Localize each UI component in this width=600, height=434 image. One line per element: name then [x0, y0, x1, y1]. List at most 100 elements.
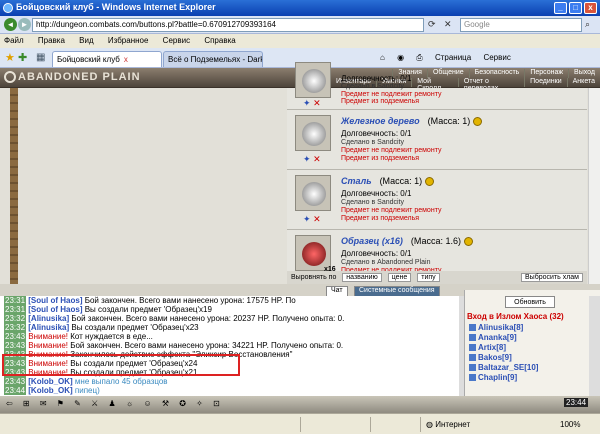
- user-name[interactable]: Artix[8]: [478, 343, 506, 352]
- refresh-stop-icon[interactable]: ⟳ ✕: [428, 19, 455, 30]
- chat-author[interactable]: [Kolob_OK]: [28, 386, 72, 395]
- refresh-button[interactable]: Обновить: [505, 296, 555, 308]
- item-durability: Долговечность: 0/1: [341, 249, 412, 258]
- tab-darkclub[interactable]: Всё о Подземельях - DarkCl...: [163, 51, 263, 67]
- chat-time: 23:32: [4, 314, 27, 323]
- item-use-icon[interactable]: ✦: [303, 98, 311, 108]
- print-icon[interactable]: ⎙: [416, 53, 422, 62]
- menu-edit[interactable]: Правка: [38, 36, 65, 45]
- user-name[interactable]: Alinusika[8]: [478, 323, 523, 332]
- zoom-level[interactable]: 100%: [560, 420, 580, 429]
- feeds-icon[interactable]: ◉: [397, 53, 404, 62]
- item-mass: (Масса: 1): [427, 116, 471, 126]
- item-actions: ✦ ✕: [303, 154, 321, 165]
- user-item[interactable]: Baltazar_SE[10]: [469, 363, 538, 373]
- item-name-text[interactable]: Железное дерево: [341, 116, 420, 126]
- online-panel: Обновить Вход в Излом Хаоса (32) Alinusi…: [464, 290, 600, 396]
- item-delete-icon[interactable]: ✕: [313, 98, 321, 108]
- divider: [420, 417, 421, 432]
- item-image[interactable]: x16: [295, 235, 336, 273]
- inventory-scrollbar[interactable]: [588, 88, 600, 284]
- chat-line: 23:31 [Soul of Haos] Вы создали предмет …: [4, 305, 455, 314]
- item-use-icon[interactable]: ✦: [303, 154, 311, 164]
- user-name[interactable]: Chaplin[9]: [478, 373, 517, 382]
- item-image[interactable]: [295, 62, 331, 98]
- chat-author[interactable]: [Alinusika]: [28, 323, 69, 332]
- item-image[interactable]: [295, 115, 331, 151]
- chat-text: Вы создали предмет 'Образец'x19: [82, 305, 212, 314]
- add-favorite-icon[interactable]: ✚: [18, 51, 27, 64]
- item-name[interactable]: Железное дерево (Масса: 1): [341, 116, 483, 127]
- forward-icon[interactable]: ►: [18, 18, 31, 31]
- tools-menu[interactable]: Сервис: [483, 53, 510, 62]
- game-logo: ABANDONED PLAIN: [4, 71, 141, 84]
- user-name[interactable]: Bakos[9]: [478, 353, 512, 362]
- home-icon[interactable]: ⌂: [380, 53, 385, 62]
- menu-tools[interactable]: Сервис: [163, 36, 190, 45]
- chat-time: 23:44: [4, 386, 27, 395]
- coin-icon: [473, 117, 483, 127]
- inventory-item: x16 Образец (x16) (Масса: 1.6) Долговечно…: [287, 230, 587, 274]
- chat-author[interactable]: [Kolob_OK]: [28, 377, 72, 386]
- user-name[interactable]: Ananka[9]: [478, 333, 517, 342]
- item-actions: ✦ ✕: [303, 214, 321, 225]
- tab-close-icon[interactable]: x: [124, 55, 128, 64]
- tab-combats[interactable]: Бойцовский клуб x: [52, 51, 162, 67]
- drop-junk-button[interactable]: Выбросить хлам: [521, 273, 583, 282]
- chat-author[interactable]: [Soul of Haos]: [28, 296, 82, 305]
- item-use-icon[interactable]: ✦: [303, 214, 311, 224]
- item-note: Предмет не подлежит ремонту: [341, 207, 442, 214]
- game-clock: 23:44: [564, 398, 589, 407]
- maximize-button[interactable]: □: [569, 2, 582, 14]
- user-item[interactable]: Chaplin[9]: [469, 373, 538, 383]
- clan-icon: [469, 374, 476, 382]
- user-item[interactable]: Ananka[9]: [469, 333, 538, 343]
- item-image[interactable]: [295, 175, 331, 211]
- sort-by-type-button[interactable]: типу: [417, 273, 440, 282]
- chat-line: 23:43 Внимание! Кот нуждается в еде...: [4, 332, 455, 341]
- page-menu[interactable]: Страница: [435, 53, 471, 62]
- action-toolbar[interactable]: ⇦ ⊞ ✉ ⚑ ✎ ⚔ ♟ ☼ ☺ ⚒ ✪ ✧ ⊡: [0, 396, 600, 413]
- item-name-text[interactable]: Образец (x16): [341, 236, 403, 246]
- user-item[interactable]: Alinusika[8]: [469, 323, 538, 333]
- chat-line: 23:43 Внимание! Бой закончен. Всего вами…: [4, 341, 455, 350]
- chat-time: 23:43: [4, 332, 27, 341]
- chat-text: мне выпало 45 образцов: [72, 377, 168, 386]
- url-input[interactable]: http://dungeon.combats.com/buttons.pl?ba…: [32, 18, 424, 32]
- online-scrollbar[interactable]: [589, 296, 600, 396]
- sort-by-name-button[interactable]: названию: [342, 273, 382, 282]
- item-made: Сделано в Sandcity: [341, 199, 404, 206]
- item-delete-icon[interactable]: ✕: [313, 154, 321, 164]
- tab-system-messages[interactable]: Системные сообщения: [354, 286, 440, 296]
- tab-chat[interactable]: Чат: [326, 286, 348, 296]
- user-name[interactable]: Baltazar_SE[10]: [478, 363, 538, 372]
- menu-file[interactable]: Файл: [4, 36, 24, 45]
- item-delete-icon[interactable]: ✕: [313, 214, 321, 224]
- menu-bar: Файл Правка Вид Избранное Сервис Справка: [0, 34, 600, 48]
- item-name[interactable]: Сталь (Масса: 1): [341, 176, 435, 187]
- chat-author[interactable]: [Soul of Haos]: [28, 305, 82, 314]
- menu-favorites[interactable]: Избранное: [108, 36, 149, 45]
- favorites-star-icon[interactable]: ★: [5, 51, 15, 64]
- back-icon[interactable]: ◄: [4, 18, 17, 31]
- search-icon[interactable]: ⌕: [585, 19, 590, 30]
- chat-text: Бой закончен. Всего вами нанесено урона:…: [68, 341, 344, 350]
- search-input[interactable]: Google: [460, 18, 582, 32]
- close-button[interactable]: x: [584, 2, 597, 14]
- sort-by-price-button[interactable]: цене: [387, 273, 412, 282]
- menu-help[interactable]: Справка: [204, 36, 235, 45]
- user-item[interactable]: Bakos[9]: [469, 353, 538, 363]
- item-name[interactable]: Образец (x16) (Масса: 1.6): [341, 236, 474, 247]
- chat-author[interactable]: [Alinusika]: [28, 314, 69, 323]
- minimize-button[interactable]: _: [554, 2, 567, 14]
- inventory-item: ✦ ✕ Сталь (Масса: 1) Долговечность: 0/1 С…: [287, 170, 587, 230]
- item-name-text[interactable]: Сталь: [341, 176, 372, 186]
- sort-bar: Выровнять по названию цене типу Выбросит…: [287, 271, 587, 284]
- highlight-box: [2, 354, 240, 376]
- menu-view[interactable]: Вид: [79, 36, 93, 45]
- chat-text: Вы создали предмет 'Образец'x23: [69, 323, 199, 332]
- quick-tabs-icon[interactable]: ▦: [36, 52, 45, 63]
- zone-label: Интернет: [435, 420, 471, 429]
- internet-zone: ◍ Интернет: [426, 420, 470, 429]
- user-item[interactable]: Artix[8]: [469, 343, 538, 353]
